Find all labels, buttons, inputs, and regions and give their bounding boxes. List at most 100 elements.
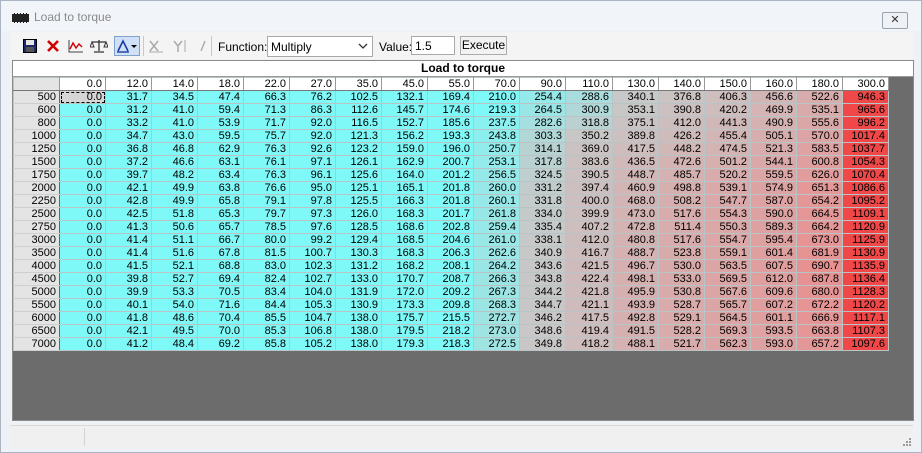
map-cell[interactable]: 50.6 xyxy=(151,220,198,234)
map-cell[interactable]: 455.4 xyxy=(704,129,751,143)
map-cell[interactable]: 0.0 xyxy=(59,207,106,221)
map-cell[interactable]: 651.3 xyxy=(796,181,843,195)
map-cell[interactable]: 350.2 xyxy=(565,129,613,143)
map-cell[interactable]: 0.0 xyxy=(59,272,106,286)
map-cell[interactable]: 53.3 xyxy=(151,285,198,299)
map-cell[interactable]: 46.8 xyxy=(151,142,198,156)
map-cell[interactable]: 36.8 xyxy=(105,142,152,156)
map-cell[interactable]: 569.5 xyxy=(704,272,751,286)
map-cell[interactable]: 522.6 xyxy=(796,90,843,104)
map-cell[interactable]: 663.8 xyxy=(796,324,843,338)
map-cell[interactable]: 331.8 xyxy=(519,194,566,208)
map-cell[interactable]: 75.7 xyxy=(243,129,290,143)
map-cell[interactable]: 179.5 xyxy=(381,324,428,338)
row-header[interactable]: 2000 xyxy=(13,181,60,195)
map-cell[interactable]: 34.5 xyxy=(151,90,198,104)
map-cell[interactable]: 145.7 xyxy=(381,103,428,117)
map-cell[interactable]: 63.4 xyxy=(197,168,244,182)
map-cell[interactable]: 51.6 xyxy=(151,246,198,260)
map-cell[interactable]: 85.5 xyxy=(243,311,290,325)
column-header[interactable]: 45.0 xyxy=(381,77,428,91)
map-cell[interactable]: 349.8 xyxy=(519,337,566,351)
delete-icon[interactable] xyxy=(43,36,63,56)
map-cell[interactable]: 71.6 xyxy=(197,298,244,312)
map-cell[interactable]: 49.9 xyxy=(151,194,198,208)
map-cell[interactable]: 343.8 xyxy=(519,272,566,286)
map-cell[interactable]: 517.6 xyxy=(658,233,705,247)
map-cell[interactable]: 102.7 xyxy=(289,272,336,286)
map-cell[interactable]: 601.1 xyxy=(750,311,797,325)
map-cell[interactable]: 48.6 xyxy=(151,311,198,325)
map-cell[interactable]: 491.5 xyxy=(612,324,659,338)
map-cell[interactable]: 76.1 xyxy=(243,155,290,169)
map-cell[interactable]: 0.0 xyxy=(59,194,106,208)
map-cell[interactable]: 41.8 xyxy=(105,311,152,325)
row-header[interactable]: 5000 xyxy=(13,285,60,299)
map-cell[interactable]: 208.7 xyxy=(427,272,474,286)
map-cell[interactable]: 0.0 xyxy=(59,337,106,351)
function-select[interactable]: Multiply xyxy=(267,36,373,57)
map-cell[interactable]: 528.7 xyxy=(658,298,705,312)
map-cell[interactable]: 201.8 xyxy=(427,181,474,195)
map-cell[interactable]: 412.0 xyxy=(658,116,705,130)
map-cell[interactable]: 687.8 xyxy=(796,272,843,286)
map-cell[interactable]: 47.4 xyxy=(197,90,244,104)
column-header[interactable]: 27.0 xyxy=(289,77,336,91)
map-cell[interactable]: 406.3 xyxy=(704,90,751,104)
map-cell[interactable]: 418.2 xyxy=(565,337,613,351)
row-header[interactable]: 600 xyxy=(13,103,60,117)
interpolate-icon[interactable] xyxy=(114,36,140,56)
map-cell[interactable]: 215.5 xyxy=(427,311,474,325)
map-cell[interactable]: 426.2 xyxy=(658,129,705,143)
map-cell[interactable]: 253.1 xyxy=(473,155,520,169)
column-header[interactable]: 110.0 xyxy=(565,77,613,91)
row-header[interactable]: 2250 xyxy=(13,194,60,208)
column-header[interactable]: 160.0 xyxy=(750,77,797,91)
map-cell[interactable]: 448.2 xyxy=(658,142,705,156)
map-cell[interactable]: 583.5 xyxy=(796,142,843,156)
scale-icon[interactable] xyxy=(89,36,109,56)
map-cell[interactable]: 260.0 xyxy=(473,181,520,195)
column-header[interactable]: 140.0 xyxy=(658,77,705,91)
map-cell[interactable]: 331.2 xyxy=(519,181,566,195)
map-cell[interactable]: 51.1 xyxy=(151,233,198,247)
map-cell[interactable]: 256.5 xyxy=(473,168,520,182)
map-cell[interactable]: 123.2 xyxy=(335,142,382,156)
map-cell[interactable]: 318.8 xyxy=(565,116,613,130)
map-cell[interactable]: 201.8 xyxy=(427,194,474,208)
map-cell[interactable]: 485.7 xyxy=(658,168,705,182)
map-cell[interactable]: 314.1 xyxy=(519,142,566,156)
map-cell[interactable]: 105.2 xyxy=(289,337,336,351)
map-cell[interactable]: 1095.2 xyxy=(842,194,889,208)
map-cell[interactable]: 83.4 xyxy=(243,285,290,299)
map-cell[interactable]: 105.3 xyxy=(289,298,336,312)
map-cell[interactable]: 690.7 xyxy=(796,259,843,273)
map-cell[interactable]: 590.0 xyxy=(750,207,797,221)
map-cell[interactable]: 501.2 xyxy=(704,155,751,169)
map-cell[interactable]: 654.2 xyxy=(796,194,843,208)
map-cell[interactable]: 496.7 xyxy=(612,259,659,273)
map-cell[interactable]: 317.8 xyxy=(519,155,566,169)
map-cell[interactable]: 535.1 xyxy=(796,103,843,117)
map-cell[interactable]: 218.2 xyxy=(427,324,474,338)
map-cell[interactable]: 48.4 xyxy=(151,337,198,351)
map-cell[interactable]: 210.0 xyxy=(473,90,520,104)
map-cell[interactable]: 196.0 xyxy=(427,142,474,156)
map-cell[interactable]: 264.2 xyxy=(473,259,520,273)
row-header[interactable]: 1750 xyxy=(13,168,60,182)
map-cell[interactable]: 472.6 xyxy=(658,155,705,169)
map-cell[interactable]: 46.6 xyxy=(151,155,198,169)
map-cell[interactable]: 273.0 xyxy=(473,324,520,338)
map-cell[interactable]: 282.6 xyxy=(519,116,566,130)
map-cell[interactable]: 397.4 xyxy=(565,181,613,195)
map-cell[interactable]: 76.2 xyxy=(289,90,336,104)
map-cell[interactable]: 42.1 xyxy=(105,324,152,338)
close-button[interactable]: ✕ xyxy=(882,12,908,29)
map-cell[interactable]: 344.2 xyxy=(519,285,566,299)
map-cell[interactable]: 52.1 xyxy=(151,259,198,273)
map-cell[interactable]: 62.9 xyxy=(197,142,244,156)
map-cell[interactable]: 104.7 xyxy=(289,311,336,325)
map-cell[interactable]: 129.4 xyxy=(335,233,382,247)
map-cell[interactable]: 52.7 xyxy=(151,272,198,286)
map-cell[interactable]: 417.5 xyxy=(612,142,659,156)
